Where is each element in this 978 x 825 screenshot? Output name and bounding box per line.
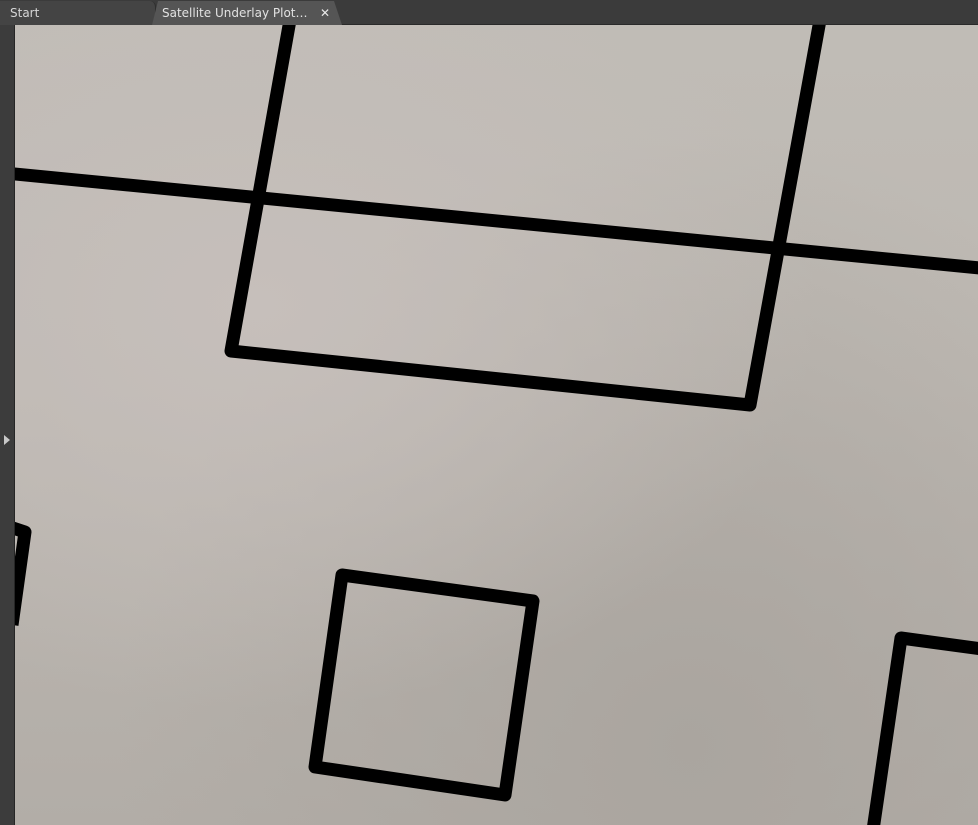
building-outline (224, 25, 826, 412)
triangle-right-icon[interactable] (4, 435, 10, 445)
tab-satellite-underlay[interactable]: Satellite Underlay Plot Generator ✕ (152, 1, 342, 25)
document-tab-bar: Start Satellite Underlay Plot Generator … (0, 0, 978, 25)
collapsed-side-panel (0, 25, 15, 825)
drawing-viewport[interactable] (15, 25, 978, 825)
building-outline (15, 521, 32, 626)
tab-start-label: Start (10, 6, 40, 20)
drawing-canvas[interactable] (15, 25, 978, 825)
parcel-boundary-line (15, 167, 978, 275)
tab-start[interactable]: Start (0, 1, 156, 25)
building-outline (867, 631, 978, 825)
tab-satellite-underlay-label: Satellite Underlay Plot Generator (162, 6, 310, 20)
close-icon[interactable]: ✕ (318, 1, 332, 25)
building-outline (308, 568, 540, 802)
app-window: Start Satellite Underlay Plot Generator … (0, 0, 978, 825)
